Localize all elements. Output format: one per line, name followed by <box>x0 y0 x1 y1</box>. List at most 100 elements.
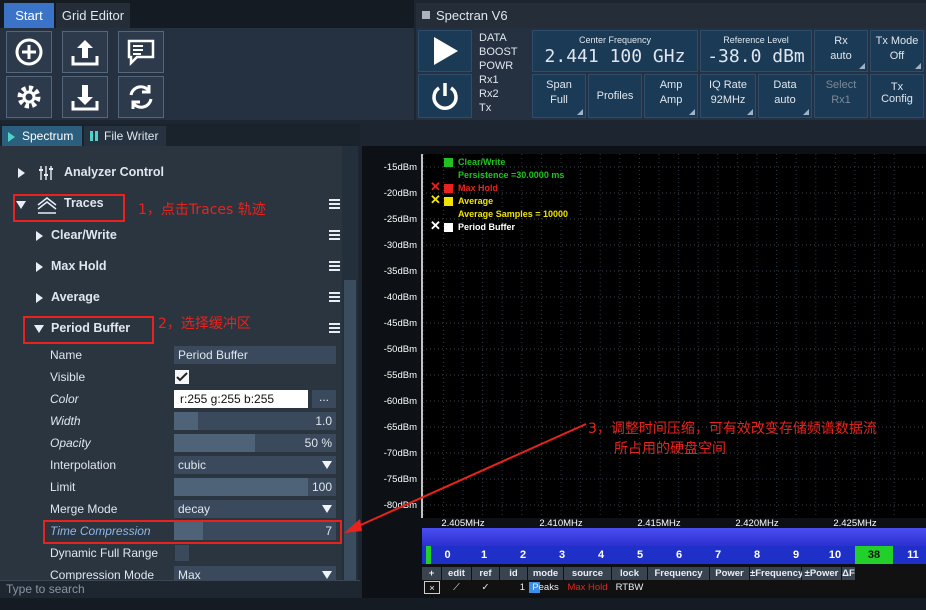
reference-level-label: Reference Level <box>723 35 789 45</box>
amp-button[interactable]: Amp Amp <box>644 74 698 118</box>
channel-3[interactable]: 3 <box>543 546 581 564</box>
upload-button[interactable] <box>62 31 108 73</box>
tab-grid-editor[interactable]: Grid Editor <box>56 3 130 28</box>
data-corner-icon <box>803 109 809 115</box>
opacity-slider[interactable]: 50 % <box>174 434 336 452</box>
marker-column-header[interactable]: ref <box>472 567 499 580</box>
name-field[interactable]: Period Buffer <box>174 346 336 364</box>
marker-column-header[interactable]: ±Frequency <box>750 567 803 580</box>
marker-column-header[interactable]: Power <box>710 567 749 580</box>
width-label: Width <box>50 414 81 428</box>
play-button[interactable] <box>418 30 472 72</box>
marker-column-header[interactable]: source <box>564 567 611 580</box>
opacity-label: Opacity <box>50 436 91 450</box>
legend-name: Average <box>458 196 494 206</box>
annotation-note-2: 2，选择缓冲区 <box>158 316 251 332</box>
tree-node-max-hold[interactable]: Max Hold <box>0 256 342 278</box>
tab-file-writer[interactable]: File Writer <box>84 126 166 146</box>
color-field[interactable]: r:255 g:255 b:255 <box>174 390 308 408</box>
data-button[interactable]: Data auto <box>758 74 812 118</box>
marker-column-header[interactable]: Frequency <box>648 567 709 580</box>
width-slider[interactable]: 1.0 <box>174 412 336 430</box>
select-button[interactable]: Select Rx1 <box>814 74 868 118</box>
rx-button[interactable]: Rx auto <box>814 30 868 72</box>
average-menu-icon[interactable] <box>329 292 340 302</box>
ribbon-toolbar <box>0 28 414 120</box>
color-picker-button[interactable]: ... <box>312 390 336 408</box>
channel-8[interactable]: 8 <box>738 546 776 564</box>
traces-menu-icon[interactable] <box>329 199 340 209</box>
tree-node-analyzer-control[interactable]: Analyzer Control <box>0 162 342 184</box>
channel-bar[interactable]: 0 1 2 3 4 5 6 7 8 9 10 38 11 <box>422 546 926 564</box>
limit-value: 100 <box>311 480 332 494</box>
iq-rate-button[interactable]: IQ Rate 92MHz <box>700 74 756 118</box>
select-value: Rx1 <box>831 94 851 106</box>
interpolation-select[interactable]: cubic <box>174 456 336 474</box>
reference-level-button[interactable]: Reference Level -38.0 dBm <box>700 30 812 72</box>
clear-write-menu-icon[interactable] <box>329 230 340 240</box>
close-icon[interactable]: ✕ <box>430 193 441 206</box>
channel-5[interactable]: 5 <box>621 546 659 564</box>
tx-config-button[interactable]: Tx Config <box>870 74 924 118</box>
legend-entry[interactable]: ✕ Max Hold <box>430 180 568 195</box>
marker-column-header[interactable]: ±Power <box>802 567 841 580</box>
channel-1[interactable]: 1 <box>465 546 503 564</box>
spectran-title[interactable]: Spectran V6 <box>422 3 508 28</box>
add-button[interactable] <box>6 31 52 73</box>
marker-column-header[interactable]: + <box>422 567 441 580</box>
tab-spectrum[interactable]: Spectrum <box>2 126 82 146</box>
sync-button[interactable] <box>118 76 164 118</box>
download-button[interactable] <box>62 76 108 118</box>
marker-cell: Max Hold <box>567 582 608 593</box>
channel-11[interactable]: 11 <box>894 546 926 564</box>
max-hold-menu-icon[interactable] <box>329 261 340 271</box>
compression-mode-select[interactable]: Max <box>174 566 336 580</box>
marker-column-header[interactable]: mode <box>528 567 563 580</box>
y-tick-label: -35dBm <box>384 266 417 277</box>
marker-column-header[interactable]: lock <box>612 567 647 580</box>
device-icon <box>422 11 430 19</box>
channel-38[interactable]: 38 <box>855 546 893 564</box>
channel-9[interactable]: 9 <box>777 546 815 564</box>
channel-6[interactable]: 6 <box>660 546 698 564</box>
dynamic-full-range-checkbox[interactable] <box>175 545 189 561</box>
profiles-button[interactable]: Profiles <box>588 74 642 118</box>
settings-button[interactable] <box>6 76 52 118</box>
limit-slider[interactable]: 100 <box>174 478 336 496</box>
marker-cell[interactable]: × <box>424 581 440 594</box>
legend-entry[interactable]: ✕ Average <box>430 193 568 208</box>
spectran-title-text: Spectran V6 <box>436 8 508 23</box>
tx-mode-button[interactable]: Tx Mode Off <box>870 30 924 72</box>
channel-10[interactable]: 10 <box>816 546 854 564</box>
period-buffer-menu-icon[interactable] <box>329 323 340 333</box>
tree-node-average[interactable]: Average <box>0 287 342 309</box>
close-icon[interactable]: ✕ <box>430 219 441 232</box>
limit-label: Limit <box>50 480 76 494</box>
legend-entry[interactable]: ✕ Period Buffer <box>430 219 568 234</box>
merge-mode-select[interactable]: decay <box>174 500 336 518</box>
comment-button[interactable] <box>118 31 164 73</box>
power-button[interactable] <box>418 74 472 118</box>
tab-start[interactable]: Start <box>4 3 54 28</box>
marker-column-header[interactable]: ΔF <box>842 567 855 580</box>
channel-7[interactable]: 7 <box>699 546 737 564</box>
spectran-tabbar: Spectran V6 <box>416 3 926 28</box>
visible-checkbox[interactable] <box>175 370 189 384</box>
center-frequency-button[interactable]: Center Frequency 2.441 100 GHz <box>532 30 698 72</box>
annotation-note-1: 1，点击Traces 轨迹 <box>138 202 266 218</box>
marker-column-header[interactable]: edit <box>442 567 471 580</box>
merge-mode-value: decay <box>178 502 211 516</box>
legend-entry[interactable]: Clear/Write <box>430 156 568 169</box>
tree-node-clear-write[interactable]: Clear/Write <box>0 225 342 247</box>
status-rx2: Rx2 <box>479 88 499 100</box>
search-input[interactable]: Type to search <box>0 580 360 598</box>
channel-4[interactable]: 4 <box>582 546 620 564</box>
marker-cell[interactable]: ⟋ <box>442 581 471 594</box>
marker-column-header[interactable]: id <box>500 567 527 580</box>
profiles-label: Profiles <box>596 90 634 102</box>
marker-cell[interactable]: ✓ <box>472 581 499 594</box>
channel-0[interactable]: 0 <box>426 546 464 564</box>
channel-2[interactable]: 2 <box>504 546 542 564</box>
span-button[interactable]: Span Full <box>532 74 586 118</box>
y-tick-label: -15dBm <box>384 162 417 173</box>
